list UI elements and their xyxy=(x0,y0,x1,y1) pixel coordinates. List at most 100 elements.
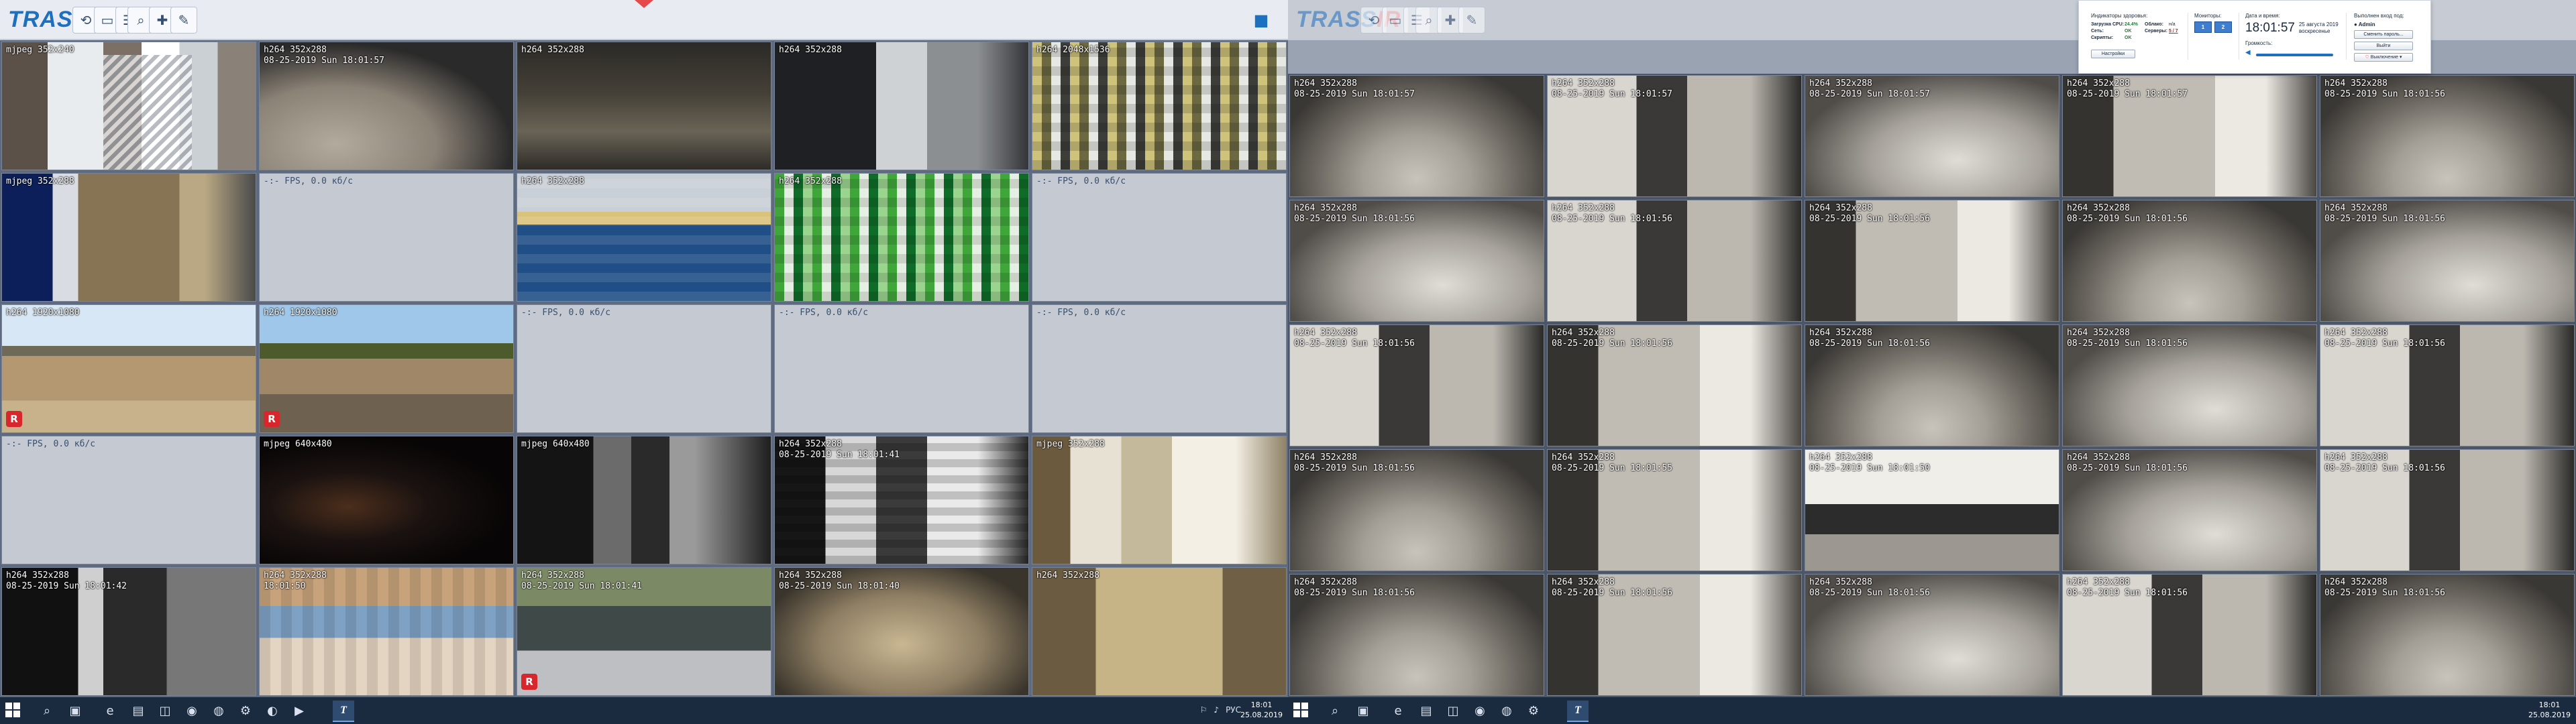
store-icon[interactable]: ◫ xyxy=(156,701,174,720)
camera-tile[interactable]: -:- FPS, 0.0 кб/с xyxy=(259,173,514,302)
camera-feed xyxy=(2,174,256,301)
camera-tile[interactable]: h264 352x288 08-25-2019 Sun 18:01:56 xyxy=(2320,449,2575,571)
clock[interactable]: 18:01 25.08.2019 xyxy=(1240,700,1283,720)
clock[interactable]: 18:01 25.08.2019 xyxy=(2528,700,2571,720)
windows-start-icon[interactable] xyxy=(1293,703,1308,717)
camera-stream-info: h264 352x288 xyxy=(1552,203,1615,213)
search-icon[interactable]: ⌕ xyxy=(38,701,56,720)
camera-tile[interactable]: h264 1920x1080 R xyxy=(259,304,514,433)
camera-tile[interactable]: h264 352x288 08-25-2019 Sun 18:01:56 xyxy=(2320,200,2575,322)
camera-tile[interactable]: h264 352x288 08-25-2019 Sun 18:01:56 xyxy=(2062,574,2317,696)
edge-icon[interactable]: e xyxy=(1389,701,1407,720)
camera-tile[interactable]: h264 352x288 08-25-2019 Sun 18:01:56 xyxy=(1289,574,1544,696)
camera-tile[interactable]: h264 352x288 xyxy=(517,42,771,170)
camera-tile[interactable]: h264 352x288 08-25-2019 Sun 18:01:56 xyxy=(1805,574,2059,696)
trassir-taskbar-app[interactable]: T xyxy=(333,701,354,722)
camera-tile[interactable]: -:- FPS, 0.0 кб/с xyxy=(1032,304,1287,433)
camera-tile[interactable]: -:- FPS, 0.0 кб/с xyxy=(517,304,771,433)
task-view-icon[interactable]: ▣ xyxy=(1354,701,1373,720)
camera-tile[interactable]: h264 352x288 xyxy=(517,173,771,302)
camera-tile[interactable]: h264 352x288 xyxy=(774,42,1029,170)
camera-tile[interactable]: h264 352x288 08-25-2019 Sun 18:01:56 xyxy=(1805,200,2059,322)
settings-button[interactable]: Настройки xyxy=(2091,50,2135,58)
camera-stream-info: -:- FPS, 0.0 кб/с xyxy=(1036,176,1126,186)
camera-tile[interactable]: h264 352x288 08-25-2019 Sun 18:01:56 xyxy=(1289,449,1544,571)
speaker-icon[interactable]: ◀ xyxy=(2245,49,2251,56)
windows-start-icon[interactable] xyxy=(5,703,20,717)
monitor-1-button[interactable]: 1 xyxy=(2194,21,2212,33)
camera-tile[interactable]: h264 352x288 08-25-2019 Sun 18:01:56 xyxy=(2062,200,2317,322)
task-view-icon[interactable]: ▣ xyxy=(66,701,85,720)
camera-stream-info: h264 352x288 xyxy=(779,439,842,449)
app-icon[interactable]: ◍ xyxy=(1497,701,1516,720)
camera-tile[interactable]: h264 352x288 08-25-2019 Sun 18:01:56 xyxy=(2320,75,2575,197)
media-icon[interactable]: ▶ xyxy=(290,701,309,720)
camera-tile[interactable]: h264 352x288 08-25-2019 Sun 18:01:57 xyxy=(1805,75,2059,197)
camera-button[interactable]: ■ xyxy=(1246,8,1276,32)
camera-tile[interactable]: h264 352x288 08-25-2019 Sun 18:01:56 xyxy=(1547,324,1802,446)
camera-stream-info: h264 352x288 xyxy=(2067,203,2130,213)
camera-tile[interactable]: h264 1920x1080 R xyxy=(1,304,256,433)
camera-tile[interactable]: h264 352x288 08-25-2019 Sun 18:01:56 xyxy=(2062,449,2317,571)
camera-tile[interactable]: h264 352x288 08-25-2019 Sun 18:01:56 xyxy=(1547,574,1802,696)
search-icon[interactable]: ⌕ xyxy=(1326,701,1344,720)
volume-slider[interactable] xyxy=(2256,54,2333,56)
app-icon[interactable]: ◍ xyxy=(209,701,228,720)
chevron-down-icon: ▾ xyxy=(2399,55,2402,60)
camera-tile[interactable]: h264 352x288 08-25-2019 Sun 18:01:42 xyxy=(1,567,256,696)
camera-tile[interactable]: h264 352x288 08-25-2019 Sun 18:01:55 xyxy=(1547,449,1802,571)
camera-tile[interactable]: h264 352x288 08-25-2019 Sun 18:01:56 xyxy=(1289,324,1544,446)
servers-status[interactable]: 5 / 7 xyxy=(2169,28,2182,35)
camera-tile[interactable]: h264 352x288 08-25-2019 Sun 18:01:56 xyxy=(1547,200,1802,322)
camera-tile[interactable]: mjpeg 352x240 xyxy=(1,42,256,170)
language-indicator[interactable]: РУС xyxy=(1226,705,1241,715)
camera-tile[interactable]: h264 352x288 08-25-2019 Sun 18:01:57 xyxy=(2062,75,2317,197)
camera-cycle-icon: ⟲ xyxy=(80,12,92,28)
chrome-icon[interactable]: ◉ xyxy=(182,701,201,720)
firefox-icon[interactable]: ◐ xyxy=(263,701,282,720)
edit-layout-button[interactable]: ✎ xyxy=(170,7,197,34)
camera-tile[interactable]: h264 352x288 08-25-2019 Sun 18:01:57 xyxy=(1547,75,1802,197)
camera-tile[interactable]: -:- FPS, 0.0 кб/с xyxy=(1032,173,1287,302)
camera-tile[interactable]: h264 352x288 08-25-2019 Sun 18:01:50 xyxy=(1805,449,2059,571)
camera-tile[interactable]: h264 352x288 08-25-2019 Sun 18:01:57 xyxy=(1289,75,1544,197)
camera-tile[interactable]: -:- FPS, 0.0 кб/с xyxy=(1,436,256,564)
camera-tile[interactable]: h264 352x288 xyxy=(774,173,1029,302)
settings-icon[interactable]: ⚙ xyxy=(236,701,255,720)
camera-tile[interactable]: h264 352x288 08-25-2019 Sun 18:01:56 xyxy=(2320,574,2575,696)
camera-tile[interactable]: h264 352x288 xyxy=(1032,567,1287,696)
camera-tile[interactable]: -:- FPS, 0.0 кб/с xyxy=(774,304,1029,433)
edit-layout-button[interactable]: ✎ xyxy=(1458,7,1485,34)
camera-timestamp: 08-25-2019 Sun 18:01:50 xyxy=(1809,463,1931,473)
camera-tile[interactable]: h264 352x288 08-25-2019 Sun 18:01:56 xyxy=(2320,324,2575,446)
trassir-taskbar-app[interactable]: T xyxy=(1567,701,1589,722)
camera-tile[interactable]: h264 352x288 08-25-2019 Sun 18:01:56 xyxy=(2062,324,2317,446)
folder-icon[interactable]: ▤ xyxy=(129,701,148,720)
shutdown-dropdown[interactable]: ♡ Выключение ▾ xyxy=(2354,53,2413,62)
camera-tile[interactable]: h264 2048x1536 xyxy=(1032,42,1287,170)
camera-tile[interactable]: h264 352x288 08-25-2019 Sun 18:01:56 xyxy=(1289,200,1544,322)
camera-feed xyxy=(2,42,256,170)
store-icon[interactable]: ◫ xyxy=(1444,701,1462,720)
recording-icon: R xyxy=(6,411,22,427)
camera-tile[interactable]: h264 352x288 08-25-2019 Sun 18:01:41 xyxy=(774,436,1029,564)
camera-stream-info: h264 352x288 xyxy=(779,176,842,186)
camera-tile[interactable]: h264 352x288 08-25-2019 Sun 18:01:57 xyxy=(259,42,514,170)
camera-tile[interactable]: mjpeg 640x480 xyxy=(259,436,514,564)
folder-icon[interactable]: ▤ xyxy=(1417,701,1436,720)
camera-tile[interactable]: h264 352x288 08-25-2019 Sun 18:01:40 xyxy=(774,567,1029,696)
camera-tile[interactable]: mjpeg 640x480 xyxy=(517,436,771,564)
camera-tile[interactable]: h264 352x288 08-25-2019 Sun 18:01:56 xyxy=(1805,324,2059,446)
chrome-icon[interactable]: ◉ xyxy=(1470,701,1489,720)
edge-icon[interactable]: e xyxy=(101,701,119,720)
logout-button[interactable]: Выйти xyxy=(2354,42,2413,50)
camera-tile[interactable]: mjpeg 352x288 xyxy=(1032,436,1287,564)
camera-tile[interactable]: h264 352x288 18:01:50 xyxy=(259,567,514,696)
network-icon[interactable]: ⚐ xyxy=(1200,705,1208,715)
camera-tile[interactable]: h264 352x288 08-25-2019 Sun 18:01:41 R xyxy=(517,567,771,696)
change-password-button[interactable]: Сменить пароль... xyxy=(2354,30,2413,39)
settings-icon[interactable]: ⚙ xyxy=(1524,701,1543,720)
camera-tile[interactable]: mjpeg 352x288 xyxy=(1,173,256,302)
monitor-2-button[interactable]: 2 xyxy=(2214,21,2232,33)
volume-icon[interactable]: ♪ xyxy=(1214,705,1219,715)
